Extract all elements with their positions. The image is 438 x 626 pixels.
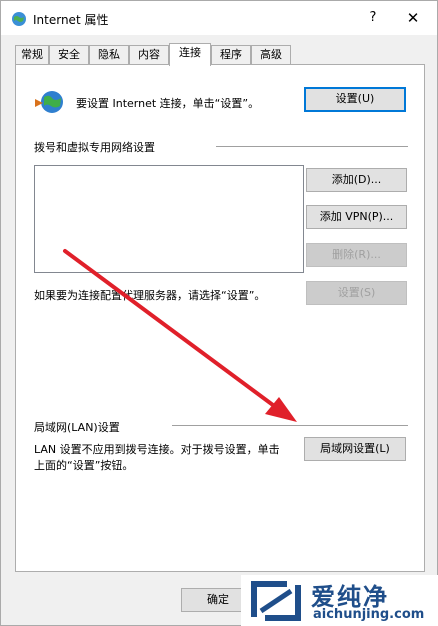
dialup-heading: 拨号和虚拟专用网络设置 [34, 141, 155, 154]
internet-properties-window: Internet 属性 ? ✕ 常规 安全 隐私 内容 连接 程序 高级 要设置… [0, 0, 438, 626]
tab-general[interactable]: 常规 [15, 45, 49, 65]
remove-button[interactable]: 删除(R)... [306, 243, 407, 267]
setup-button[interactable]: 设置(U) [304, 87, 406, 112]
proxy-description: 如果要为连接配置代理服务器，请选择“设置”。 [34, 289, 266, 302]
connections-list[interactable] [34, 165, 304, 273]
tab-advanced[interactable]: 高级 [251, 45, 291, 65]
window-title: Internet 属性 [33, 13, 109, 27]
lan-description-line2: 上面的“设置”按钮。 [34, 459, 134, 472]
dialup-settings-button[interactable]: 设置(S) [306, 281, 407, 305]
tab-content[interactable]: 内容 [129, 45, 169, 65]
connections-panel: 要设置 Internet 连接，单击“设置”。 设置(U) 拨号和虚拟专用网络设… [15, 64, 425, 572]
internet-connection-icon [35, 91, 63, 113]
watermark-url: aichunjing.com [313, 607, 425, 622]
lan-description-line1: LAN 设置不应用到拨号连接。对于拨号设置，单击 [34, 443, 280, 456]
title-bar: Internet 属性 ? ✕ [1, 1, 437, 35]
dialup-divider [216, 146, 408, 147]
watermark: 爱纯净 aichunjing.com [241, 575, 438, 626]
help-button[interactable]: ? [361, 7, 385, 29]
tab-programs[interactable]: 程序 [211, 45, 251, 65]
lan-settings-button[interactable]: 局域网设置(L) [304, 437, 406, 461]
tab-privacy[interactable]: 隐私 [89, 45, 129, 65]
close-button[interactable]: ✕ [399, 7, 427, 29]
tab-security[interactable]: 安全 [49, 45, 89, 65]
tab-connections[interactable]: 连接 [169, 43, 211, 66]
internet-globe-icon [12, 12, 26, 26]
add-vpn-button[interactable]: 添加 VPN(P)... [306, 205, 407, 229]
lan-heading: 局域网(LAN)设置 [34, 421, 120, 434]
lan-divider [172, 425, 408, 426]
setup-description: 要设置 Internet 连接，单击“设置”。 [76, 97, 260, 110]
watermark-logo-icon [251, 581, 301, 621]
add-button[interactable]: 添加(D)... [306, 168, 407, 192]
